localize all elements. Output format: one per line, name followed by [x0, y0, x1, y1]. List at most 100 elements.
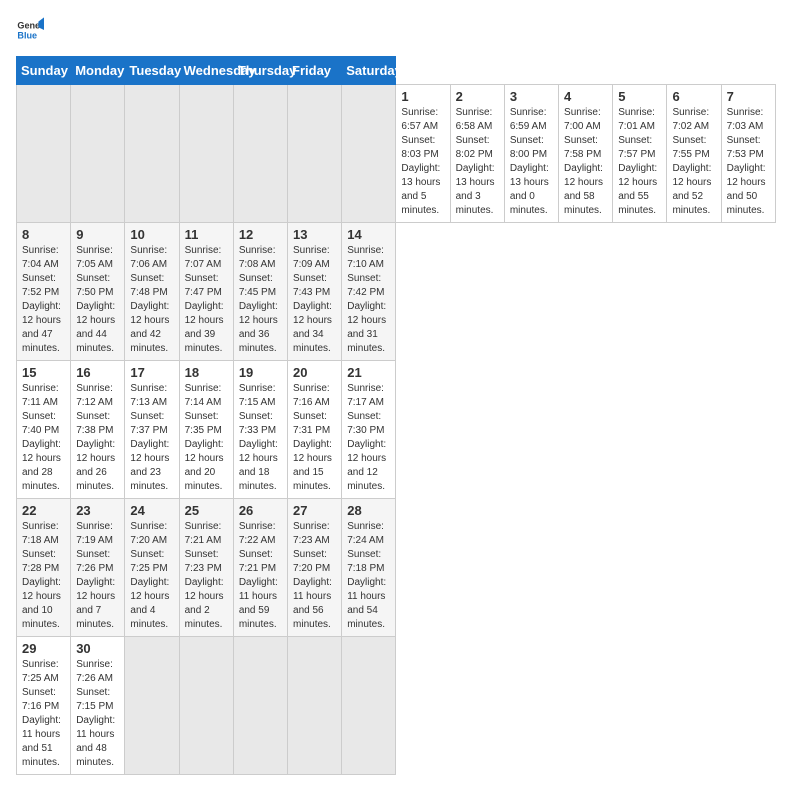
column-header-tuesday: Tuesday [125, 57, 179, 85]
day-info: Sunrise: 7:23 AMSunset: 7:20 PMDaylight:… [293, 520, 336, 632]
day-info: Sunrise: 7:20 AMSunset: 7:25 PMDaylight:… [130, 520, 173, 632]
calendar-body: 1 Sunrise: 6:57 AMSunset: 8:03 PMDaylight… [17, 85, 776, 775]
calendar-cell: 20Sunrise: 7:16 AMSunset: 7:31 PMDayligh… [288, 361, 342, 499]
day-info: Sunrise: 7:05 AMSunset: 7:50 PMDaylight:… [76, 244, 119, 356]
calendar-cell: 23 Sunrise: 7:19 AMSunset: 7:26 PMDayligh… [71, 499, 125, 637]
calendar-cell: 15 Sunrise: 7:11 AMSunset: 7:40 PMDayligh… [17, 361, 71, 499]
day-info: Sunrise: 7:13 AMSunset: 7:37 PMDaylight:… [130, 382, 173, 494]
day-info: Sunrise: 7:09 AMSunset: 7:43 PMDaylight:… [293, 244, 336, 356]
calendar-cell [179, 637, 233, 775]
day-info: Sunrise: 6:59 AMSunset: 8:00 PMDaylight:… [510, 106, 553, 218]
column-header-thursday: Thursday [233, 57, 287, 85]
calendar-cell: 3 Sunrise: 6:59 AMSunset: 8:00 PMDaylight… [504, 85, 558, 223]
calendar-cell [288, 85, 342, 223]
day-info: Sunrise: 6:58 AMSunset: 8:02 PMDaylight:… [456, 106, 499, 218]
page-header: General Blue [16, 16, 776, 44]
day-number: 29 [22, 641, 65, 656]
day-number: 12 [239, 227, 282, 242]
day-number: 28 [347, 503, 390, 518]
calendar-cell: 14 Sunrise: 7:10 AMSunset: 7:42 PMDayligh… [342, 223, 396, 361]
day-info: Sunrise: 7:26 AMSunset: 7:15 PMDaylight:… [76, 658, 119, 770]
day-number: 6 [672, 89, 715, 104]
day-info: Sunrise: 7:19 AMSunset: 7:26 PMDaylight:… [76, 520, 119, 632]
day-info: Sunrise: 7:06 AMSunset: 7:48 PMDaylight:… [130, 244, 173, 356]
day-info: Sunrise: 7:02 AMSunset: 7:55 PMDaylight:… [672, 106, 715, 218]
day-number: 9 [76, 227, 119, 242]
column-header-friday: Friday [288, 57, 342, 85]
day-number: 2 [456, 89, 499, 104]
calendar-cell: 27 Sunrise: 7:23 AMSunset: 7:20 PMDayligh… [288, 499, 342, 637]
calendar-cell [125, 637, 179, 775]
calendar-cell [342, 85, 396, 223]
day-info: Sunrise: 6:57 AMSunset: 8:03 PMDaylight:… [401, 106, 444, 218]
day-info: Sunrise: 7:11 AMSunset: 7:40 PMDaylight:… [22, 382, 65, 494]
day-number: 5 [618, 89, 661, 104]
calendar-cell: 12 Sunrise: 7:08 AMSunset: 7:45 PMDayligh… [233, 223, 287, 361]
calendar-cell: 17 Sunrise: 7:13 AMSunset: 7:37 PMDayligh… [125, 361, 179, 499]
calendar-cell: 18 Sunrise: 7:14 AMSunset: 7:35 PMDayligh… [179, 361, 233, 499]
day-number: 23 [76, 503, 119, 518]
day-number: 30 [76, 641, 119, 656]
calendar-cell: 5 Sunrise: 7:01 AMSunset: 7:57 PMDaylight… [613, 85, 667, 223]
day-number: 20 [293, 365, 336, 380]
calendar-cell [179, 85, 233, 223]
day-info: Sunrise: 7:01 AMSunset: 7:57 PMDaylight:… [618, 106, 661, 218]
calendar-cell: 10Sunrise: 7:06 AMSunset: 7:48 PMDayligh… [125, 223, 179, 361]
day-info: Sunrise: 7:15 AMSunset: 7:33 PMDaylight:… [239, 382, 282, 494]
column-header-sunday: Sunday [17, 57, 71, 85]
calendar-week-row: 29 Sunrise: 7:25 AMSunset: 7:16 PMDayligh… [17, 637, 776, 775]
calendar-cell: 28 Sunrise: 7:24 AMSunset: 7:18 PMDayligh… [342, 499, 396, 637]
svg-text:Blue: Blue [17, 30, 37, 40]
calendar-cell [342, 637, 396, 775]
day-info: Sunrise: 7:18 AMSunset: 7:28 PMDaylight:… [22, 520, 65, 632]
day-number: 16 [76, 365, 119, 380]
day-number: 21 [347, 365, 390, 380]
calendar-cell [17, 85, 71, 223]
calendar-cell [288, 637, 342, 775]
day-number: 22 [22, 503, 65, 518]
calendar-week-row: 22 Sunrise: 7:18 AMSunset: 7:28 PMDayligh… [17, 499, 776, 637]
column-header-monday: Monday [71, 57, 125, 85]
calendar-cell [125, 85, 179, 223]
day-number: 15 [22, 365, 65, 380]
day-number: 27 [293, 503, 336, 518]
calendar-cell: 11Sunrise: 7:07 AMSunset: 7:47 PMDayligh… [179, 223, 233, 361]
calendar-cell: 6 Sunrise: 7:02 AMSunset: 7:55 PMDaylight… [667, 85, 721, 223]
calendar-cell [71, 85, 125, 223]
day-number: 19 [239, 365, 282, 380]
day-info: Sunrise: 7:24 AMSunset: 7:18 PMDaylight:… [347, 520, 390, 632]
day-info: Sunrise: 7:00 AMSunset: 7:58 PMDaylight:… [564, 106, 607, 218]
day-info: Sunrise: 7:25 AMSunset: 7:16 PMDaylight:… [22, 658, 65, 770]
day-info: Sunrise: 7:08 AMSunset: 7:45 PMDaylight:… [239, 244, 282, 356]
day-info: Sunrise: 7:12 AMSunset: 7:38 PMDaylight:… [76, 382, 119, 494]
calendar-cell: 26Sunrise: 7:22 AMSunset: 7:21 PMDayligh… [233, 499, 287, 637]
day-number: 14 [347, 227, 390, 242]
calendar-week-row: 8Sunrise: 7:04 AMSunset: 7:52 PMDaylight… [17, 223, 776, 361]
day-info: Sunrise: 7:14 AMSunset: 7:35 PMDaylight:… [185, 382, 228, 494]
calendar-cell: 22 Sunrise: 7:18 AMSunset: 7:28 PMDayligh… [17, 499, 71, 637]
day-info: Sunrise: 7:04 AMSunset: 7:52 PMDaylight:… [22, 244, 65, 356]
day-number: 3 [510, 89, 553, 104]
calendar-cell [233, 637, 287, 775]
day-info: Sunrise: 7:10 AMSunset: 7:42 PMDaylight:… [347, 244, 390, 356]
day-info: Sunrise: 7:17 AMSunset: 7:30 PMDaylight:… [347, 382, 390, 494]
day-number: 13 [293, 227, 336, 242]
calendar-table: SundayMondayTuesdayWednesdayThursdayFrid… [16, 56, 776, 775]
calendar-cell: 21 Sunrise: 7:17 AMSunset: 7:30 PMDayligh… [342, 361, 396, 499]
day-number: 11 [185, 227, 228, 242]
column-header-saturday: Saturday [342, 57, 396, 85]
calendar-cell: 30 Sunrise: 7:26 AMSunset: 7:15 PMDayligh… [71, 637, 125, 775]
day-number: 18 [185, 365, 228, 380]
calendar-cell: 29 Sunrise: 7:25 AMSunset: 7:16 PMDayligh… [17, 637, 71, 775]
calendar-cell [233, 85, 287, 223]
day-number: 1 [401, 89, 444, 104]
calendar-cell: 2 Sunrise: 6:58 AMSunset: 8:02 PMDaylight… [450, 85, 504, 223]
day-number: 7 [727, 89, 770, 104]
day-number: 17 [130, 365, 173, 380]
calendar-cell: 16 Sunrise: 7:12 AMSunset: 7:38 PMDayligh… [71, 361, 125, 499]
calendar-cell: 13 Sunrise: 7:09 AMSunset: 7:43 PMDayligh… [288, 223, 342, 361]
calendar-cell: 8Sunrise: 7:04 AMSunset: 7:52 PMDaylight… [17, 223, 71, 361]
day-number: 25 [185, 503, 228, 518]
column-header-wednesday: Wednesday [179, 57, 233, 85]
logo: General Blue [16, 16, 44, 44]
